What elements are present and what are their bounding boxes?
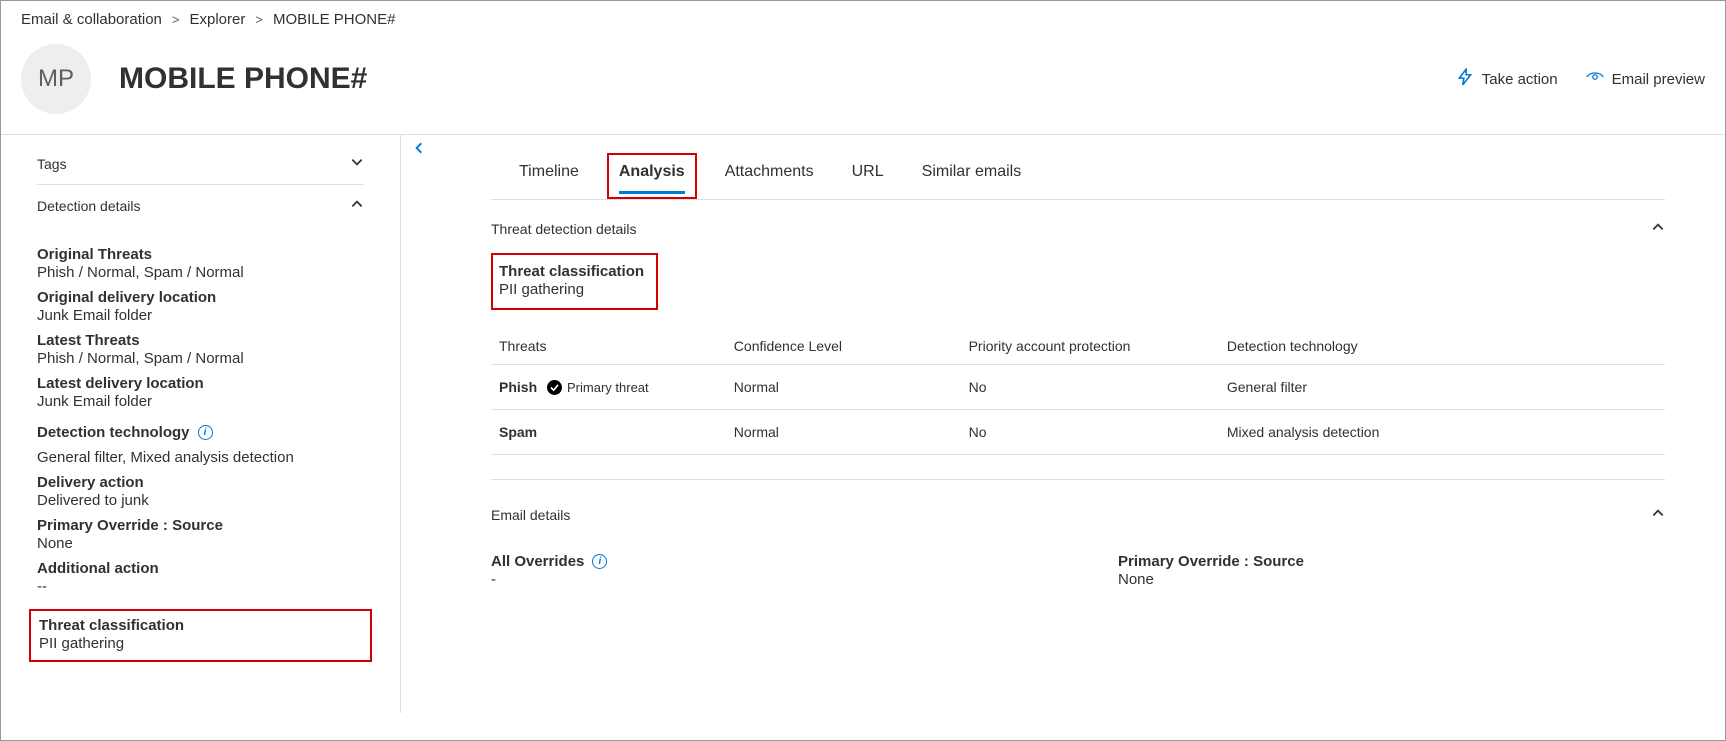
threat-name: Spam — [499, 424, 537, 440]
latest-delivery-location-label: Latest delivery location — [37, 375, 364, 392]
additional-action-value: -- — [37, 578, 364, 595]
cell-confidence: Normal — [726, 410, 961, 455]
cell-priority: No — [961, 365, 1219, 410]
detection-technology-value: General filter, Mixed analysis detection — [37, 449, 364, 466]
tab-analysis[interactable]: Analysis — [619, 157, 685, 193]
email-details-label: Email details — [491, 507, 570, 523]
original-threats-label: Original Threats — [37, 246, 364, 263]
original-threats-value: Phish / Normal, Spam / Normal — [37, 264, 364, 281]
threat-classification-main-value: PII gathering — [499, 281, 644, 298]
threat-detection-details-header[interactable]: Threat detection details — [491, 200, 1665, 249]
checkmark-icon — [547, 380, 562, 395]
avatar: MP — [21, 44, 91, 114]
threat-name: Phish — [499, 379, 537, 395]
chevron-up-icon — [350, 197, 364, 214]
cell-tech: Mixed analysis detection — [1219, 410, 1665, 455]
latest-delivery-location-value: Junk Email folder — [37, 393, 364, 410]
col-priority: Priority account protection — [961, 328, 1219, 365]
latest-threats-label: Latest Threats — [37, 332, 364, 349]
details-sidebar: Tags Detection details Original Threats … — [1, 135, 401, 713]
detection-details-body: Original Threats Phish / Normal, Spam / … — [37, 226, 364, 670]
all-overrides-label: All Overrides i — [491, 553, 1038, 570]
breadcrumb-item[interactable]: Email & collaboration — [21, 11, 162, 28]
tags-label: Tags — [37, 156, 67, 172]
lightning-icon — [1456, 68, 1474, 90]
page-header: MP MOBILE PHONE# Take action Email previ… — [1, 34, 1725, 134]
threat-classification-label: Threat classification — [39, 617, 362, 634]
primary-override-label: Primary Override : Source — [37, 517, 364, 534]
original-delivery-location-label: Original delivery location — [37, 289, 364, 306]
delivery-action-value: Delivered to junk — [37, 492, 364, 509]
breadcrumb-item: MOBILE PHONE# — [273, 11, 396, 28]
page-title: MOBILE PHONE# — [119, 62, 367, 96]
detection-details-label: Detection details — [37, 198, 141, 214]
chevron-right-icon: > — [255, 12, 263, 27]
eye-icon — [1586, 68, 1604, 90]
threat-classification-main-label: Threat classification — [499, 263, 644, 280]
table-row: Spam Normal No Mixed analysis detection — [491, 410, 1665, 455]
delivery-action-label: Delivery action — [37, 474, 364, 491]
email-preview-button[interactable]: Email preview — [1586, 68, 1705, 90]
additional-action-label: Additional action — [37, 560, 364, 577]
all-overrides-value: - — [491, 571, 1038, 588]
info-icon[interactable]: i — [592, 554, 607, 569]
email-preview-label: Email preview — [1612, 71, 1705, 88]
breadcrumb-item[interactable]: Explorer — [190, 11, 246, 28]
info-icon[interactable]: i — [198, 425, 213, 440]
analysis-tab-highlight: Analysis — [607, 153, 697, 199]
take-action-button[interactable]: Take action — [1456, 68, 1558, 90]
col-detection-tech: Detection technology — [1219, 328, 1665, 365]
cell-priority: No — [961, 410, 1219, 455]
primary-override-source-value: None — [1118, 571, 1665, 588]
threat-classification-value: PII gathering — [39, 635, 362, 652]
primary-threat-badge: Primary threat — [547, 380, 649, 395]
chevron-right-icon: > — [172, 12, 180, 27]
threats-table: Threats Confidence Level Priority accoun… — [491, 328, 1665, 455]
tab-timeline[interactable]: Timeline — [519, 157, 579, 199]
original-delivery-location-value: Junk Email folder — [37, 307, 364, 324]
primary-override-source-label: Primary Override : Source — [1118, 553, 1665, 570]
main-panel: Timeline Analysis Attachments URL Simila… — [401, 135, 1725, 713]
chevron-up-icon — [1651, 506, 1665, 523]
email-details-header[interactable]: Email details — [491, 480, 1665, 537]
tab-attachments[interactable]: Attachments — [725, 157, 814, 199]
threat-classification-card-highlight: Threat classification PII gathering — [491, 253, 658, 310]
tabs: Timeline Analysis Attachments URL Simila… — [491, 157, 1665, 200]
detection-technology-label: Detection technology i — [37, 424, 364, 441]
cell-confidence: Normal — [726, 365, 961, 410]
threat-classification-highlight: Threat classification PII gathering — [29, 609, 372, 662]
tags-section-header[interactable]: Tags — [37, 151, 364, 185]
chevron-down-icon — [350, 155, 364, 172]
primary-override-value: None — [37, 535, 364, 552]
threat-detection-details-label: Threat detection details — [491, 221, 637, 237]
tab-url[interactable]: URL — [852, 157, 884, 199]
col-threats: Threats — [491, 328, 726, 365]
chevron-up-icon — [1651, 220, 1665, 237]
cell-tech: General filter — [1219, 365, 1665, 410]
breadcrumb: Email & collaboration > Explorer > MOBIL… — [1, 1, 1725, 34]
col-confidence: Confidence Level — [726, 328, 961, 365]
latest-threats-value: Phish / Normal, Spam / Normal — [37, 350, 364, 367]
table-row: Phish Primary threat Normal No General f… — [491, 365, 1665, 410]
take-action-label: Take action — [1482, 71, 1558, 88]
detection-details-section-header[interactable]: Detection details — [37, 185, 364, 226]
tab-similar-emails[interactable]: Similar emails — [922, 157, 1022, 199]
